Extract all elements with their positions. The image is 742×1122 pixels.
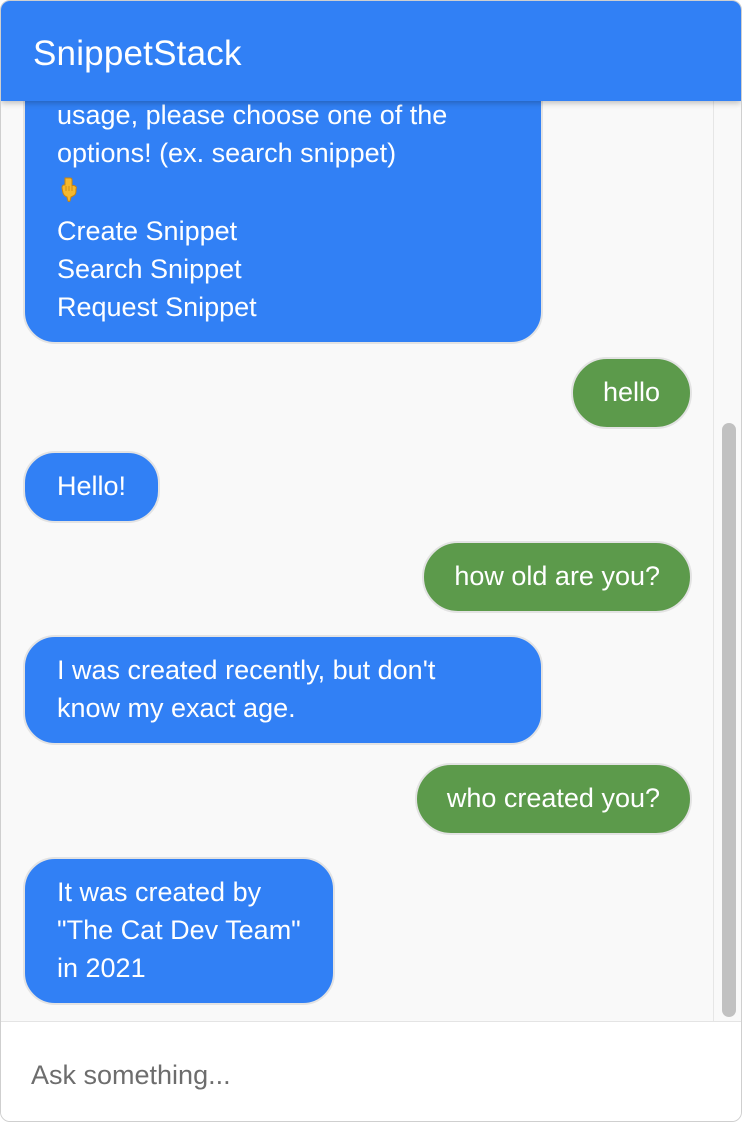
chat-scrollbar[interactable] [713, 101, 740, 1021]
bot-message: usage, please choose one of the options!… [23, 61, 543, 344]
app-header: SnippetStack [1, 1, 741, 101]
message-input[interactable] [31, 1052, 711, 1098]
user-message: how old are you? [422, 541, 692, 613]
message-line-emoji [57, 172, 509, 212]
chat-window: usage, please choose one of the options!… [0, 0, 742, 1122]
message-line: usage, please choose one of the [57, 100, 448, 130]
message-line: how old are you? [454, 561, 660, 591]
scrollbar-thumb[interactable] [722, 423, 736, 1017]
message-option-create-snippet[interactable]: Create Snippet [57, 212, 509, 250]
message-option-request-snippet[interactable]: Request Snippet [57, 288, 509, 326]
message-option-search-snippet[interactable]: Search Snippet [57, 250, 509, 288]
bot-message: Hello! [23, 451, 161, 523]
message-line: I was created recently, but don't [57, 655, 436, 685]
bot-message: It was created by "The Cat Dev Team" in … [23, 857, 335, 1005]
message-line: "The Cat Dev Team" [57, 915, 301, 945]
message-line: Hello! [57, 471, 127, 501]
user-message: hello [570, 357, 692, 429]
message-line: hello [602, 377, 660, 407]
backhand-index-pointing-down-icon [57, 172, 79, 202]
message-line: options! (ex. search snippet) [57, 138, 397, 168]
app-title: SnippetStack [33, 34, 242, 73]
message-input-bar [1, 1021, 741, 1121]
message-line: in 2021 [57, 953, 146, 983]
user-message: who created you? [414, 763, 692, 835]
chat-messages[interactable]: usage, please choose one of the options!… [1, 1, 741, 1021]
bot-message: I was created recently, but don't know m… [23, 635, 543, 745]
message-line: know my exact age. [57, 693, 296, 723]
message-line: who created you? [446, 783, 660, 813]
message-line: It was created by [57, 877, 262, 907]
